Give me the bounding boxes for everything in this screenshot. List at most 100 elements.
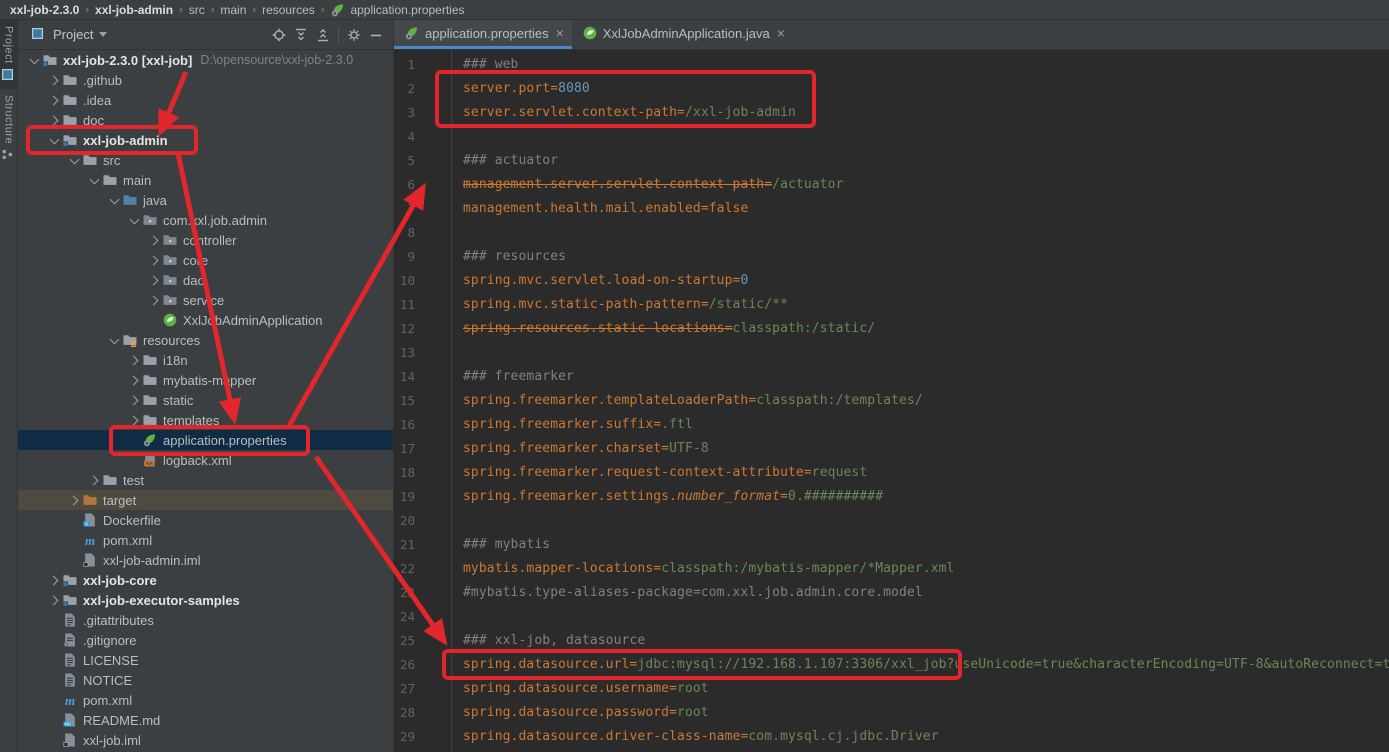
code-line-19[interactable]: 19spring.freemarker.settings.number_form… bbox=[394, 484, 1389, 508]
tree-item-logback.xml[interactable]: <>logback.xml bbox=[18, 450, 393, 470]
code-line-20[interactable]: 20 bbox=[394, 508, 1389, 532]
chevron-right-icon[interactable] bbox=[46, 92, 62, 108]
tree-item-templates[interactable]: templates bbox=[18, 410, 393, 430]
locate-button[interactable] bbox=[268, 24, 290, 46]
code-line-9[interactable]: 9### resources bbox=[394, 244, 1389, 268]
tree-item-core[interactable]: core bbox=[18, 250, 393, 270]
code-line-23[interactable]: 23#mybatis.type-aliases-package=com.xxl.… bbox=[394, 580, 1389, 604]
tool-window-button-structure[interactable]: Structure bbox=[0, 89, 18, 169]
code-line-1[interactable]: 1### web bbox=[394, 52, 1389, 76]
chevron-right-icon[interactable] bbox=[46, 112, 62, 128]
tree-item-mybatis-mapper[interactable]: mybatis-mapper bbox=[18, 370, 393, 390]
tree-item-.gitignore[interactable]: .gitignore bbox=[18, 630, 393, 650]
code-line-6[interactable]: 6management.server.servlet.context-path=… bbox=[394, 172, 1389, 196]
tree-item-.gitattributes[interactable]: .gitattributes bbox=[18, 610, 393, 630]
tree-item-resources[interactable]: resources bbox=[18, 330, 393, 350]
project-panel-title[interactable]: Project bbox=[53, 27, 93, 42]
tree-item-i18n[interactable]: i18n bbox=[18, 350, 393, 370]
tree-item-java[interactable]: java bbox=[18, 190, 393, 210]
close-icon[interactable]: × bbox=[777, 26, 785, 40]
tree-item-service[interactable]: service bbox=[18, 290, 393, 310]
chevron-right-icon[interactable] bbox=[126, 352, 142, 368]
gear-button[interactable] bbox=[343, 24, 365, 46]
chevron-right-icon[interactable] bbox=[46, 72, 62, 88]
code-line-27[interactable]: 27spring.datasource.username=root bbox=[394, 676, 1389, 700]
code-line-26[interactable]: 26spring.datasource.url=jdbc:mysql://192… bbox=[394, 652, 1389, 676]
code-line-18[interactable]: 18spring.freemarker.request-context-attr… bbox=[394, 460, 1389, 484]
chevron-right-icon[interactable] bbox=[46, 572, 62, 588]
tree-item-pom.xml[interactable]: mpom.xml bbox=[18, 530, 393, 550]
code-line-24[interactable]: 24 bbox=[394, 604, 1389, 628]
tree-item-xxl-job-admin[interactable]: xxl-job-admin bbox=[18, 130, 393, 150]
code-line-22[interactable]: 22mybatis.mapper-locations=classpath:/my… bbox=[394, 556, 1389, 580]
code-line-12[interactable]: 12spring.resources.static-locations=clas… bbox=[394, 316, 1389, 340]
tree-item-static[interactable]: static bbox=[18, 390, 393, 410]
chevron-right-icon[interactable] bbox=[86, 472, 102, 488]
collapse-all-button[interactable] bbox=[312, 24, 334, 46]
code-line-7[interactable]: 7management.health.mail.enabled=false bbox=[394, 196, 1389, 220]
tree-item-notice[interactable]: NOTICE bbox=[18, 670, 393, 690]
chevron-down-icon[interactable] bbox=[126, 212, 142, 228]
hide-button[interactable] bbox=[365, 24, 387, 46]
code-line-5[interactable]: 5### actuator bbox=[394, 148, 1389, 172]
chevron-down-icon[interactable] bbox=[99, 32, 107, 37]
breadcrumb-item-main[interactable]: main bbox=[220, 3, 246, 17]
chevron-right-icon[interactable] bbox=[46, 592, 62, 608]
chevron-right-icon[interactable] bbox=[66, 492, 82, 508]
tree-item-com.xxl.job.admin[interactable]: com.xxl.job.admin bbox=[18, 210, 393, 230]
code-line-15[interactable]: 15spring.freemarker.templateLoaderPath=c… bbox=[394, 388, 1389, 412]
code-area[interactable]: 1### web2server.port=80803server.servlet… bbox=[394, 50, 1389, 752]
tree-item-main[interactable]: main bbox=[18, 170, 393, 190]
tree-item-readme.md[interactable]: MDREADME.md bbox=[18, 710, 393, 730]
chevron-down-icon[interactable] bbox=[66, 152, 82, 168]
breadcrumb-item-xxl-job-admin[interactable]: xxl-job-admin bbox=[95, 3, 173, 17]
tree-item-dockerfile[interactable]: DDockerfile bbox=[18, 510, 393, 530]
tree-item-application.properties[interactable]: application.properties bbox=[18, 430, 393, 450]
breadcrumb-item-resources[interactable]: resources bbox=[262, 3, 315, 17]
breadcrumb-item-src[interactable]: src bbox=[189, 3, 205, 17]
breadcrumb-item-application.properties[interactable]: application.properties bbox=[330, 2, 464, 18]
code-line-3[interactable]: 3server.servlet.context-path=/xxl-job-ad… bbox=[394, 100, 1389, 124]
tree-item-test[interactable]: test bbox=[18, 470, 393, 490]
chevron-right-icon[interactable] bbox=[126, 412, 142, 428]
code-line-17[interactable]: 17spring.freemarker.charset=UTF-8 bbox=[394, 436, 1389, 460]
tree-item-license[interactable]: LICENSE bbox=[18, 650, 393, 670]
editor-tab-application.properties[interactable]: application.properties× bbox=[394, 20, 572, 49]
tree-item-pom.xml[interactable]: mpom.xml bbox=[18, 690, 393, 710]
code-line-28[interactable]: 28spring.datasource.password=root bbox=[394, 700, 1389, 724]
tree-item-xxl-job.iml[interactable]: xxl-job.iml bbox=[18, 730, 393, 750]
code-line-2[interactable]: 2server.port=8080 bbox=[394, 76, 1389, 100]
chevron-down-icon[interactable] bbox=[106, 332, 122, 348]
chevron-down-icon[interactable] bbox=[106, 192, 122, 208]
chevron-right-icon[interactable] bbox=[146, 292, 162, 308]
code-line-21[interactable]: 21### mybatis bbox=[394, 532, 1389, 556]
tree-item-src[interactable]: src bbox=[18, 150, 393, 170]
code-line-10[interactable]: 10spring.mvc.servlet.load-on-startup=0 bbox=[394, 268, 1389, 292]
chevron-down-icon[interactable] bbox=[46, 132, 62, 148]
code-line-13[interactable]: 13 bbox=[394, 340, 1389, 364]
tree-item-doc[interactable]: doc bbox=[18, 110, 393, 130]
editor-tab-xxljobadminapplication.java[interactable]: XxlJobAdminApplication.java× bbox=[572, 20, 793, 49]
chevron-right-icon[interactable] bbox=[146, 252, 162, 268]
chevron-right-icon[interactable] bbox=[146, 232, 162, 248]
expand-all-button[interactable] bbox=[290, 24, 312, 46]
tree-item-.github[interactable]: .github bbox=[18, 70, 393, 90]
code-line-4[interactable]: 4 bbox=[394, 124, 1389, 148]
chevron-down-icon[interactable] bbox=[86, 172, 102, 188]
tool-window-button-project[interactable]: Project bbox=[0, 20, 18, 89]
tree-item-xxl-job-executor-samples[interactable]: xxl-job-executor-samples bbox=[18, 590, 393, 610]
code-line-11[interactable]: 11spring.mvc.static-path-pattern=/static… bbox=[394, 292, 1389, 316]
tree-item-xxljobadminapplication[interactable]: XxlJobAdminApplication bbox=[18, 310, 393, 330]
close-icon[interactable]: × bbox=[556, 26, 564, 40]
code-line-29[interactable]: 29spring.datasource.driver-class-name=co… bbox=[394, 724, 1389, 748]
code-line-25[interactable]: 25### xxl-job, datasource bbox=[394, 628, 1389, 652]
tree-item-dao[interactable]: dao bbox=[18, 270, 393, 290]
code-line-14[interactable]: 14### freemarker bbox=[394, 364, 1389, 388]
tree-item-xxl-job-core[interactable]: xxl-job-core bbox=[18, 570, 393, 590]
chevron-right-icon[interactable] bbox=[126, 392, 142, 408]
chevron-down-icon[interactable] bbox=[26, 52, 42, 68]
chevron-right-icon[interactable] bbox=[126, 372, 142, 388]
code-line-16[interactable]: 16spring.freemarker.suffix=.ftl bbox=[394, 412, 1389, 436]
breadcrumb-item-xxl-job-2.3.0[interactable]: xxl-job-2.3.0 bbox=[10, 3, 79, 17]
tree-item-target[interactable]: target bbox=[18, 490, 393, 510]
